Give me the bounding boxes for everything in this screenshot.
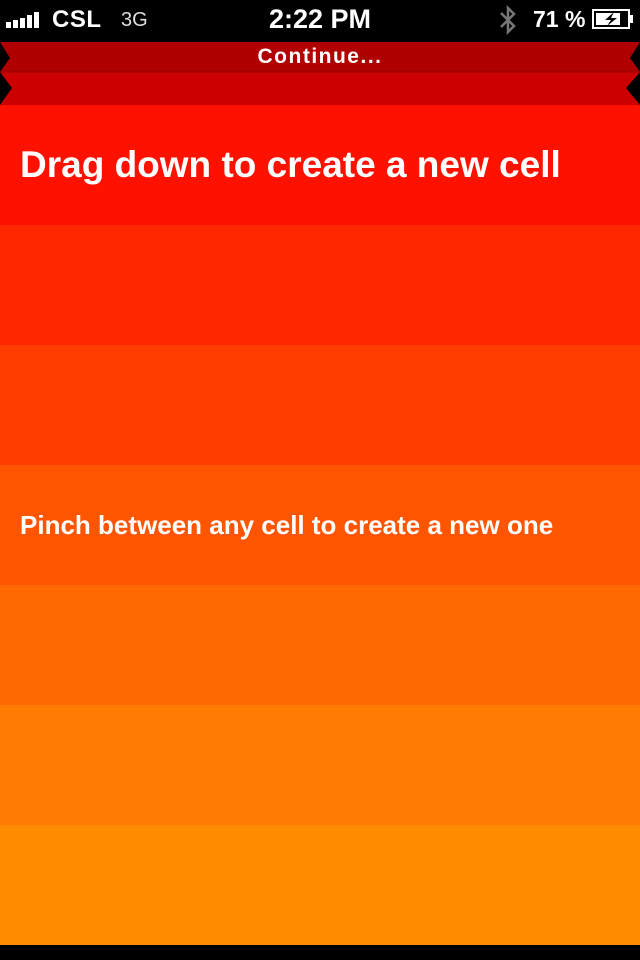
cell-text: Drag down to create a new cell [20,144,561,185]
cell-text: Pinch between any cell to create a new o… [20,509,554,540]
list-cell[interactable] [0,825,640,945]
cell-list: Drag down to create a new cell Pinch bet… [0,105,640,945]
status-bar: CSL 3G 2:22 PM 71 % [0,0,640,40]
pull-down-continue[interactable]: Continue... [0,40,640,106]
continue-label: Continue... [257,45,383,68]
list-cell[interactable] [0,225,640,345]
list-cell[interactable]: Drag down to create a new cell [0,105,640,225]
battery-charging-icon [592,9,633,29]
list-cell[interactable] [0,585,640,705]
list-cell[interactable] [0,705,640,825]
bottom-edge [0,945,640,960]
bluetooth-icon [500,4,516,36]
battery-percentage: 71 % [533,6,586,32]
list-cell[interactable] [0,345,640,465]
list-cell[interactable]: Pinch between any cell to create a new o… [0,465,640,585]
